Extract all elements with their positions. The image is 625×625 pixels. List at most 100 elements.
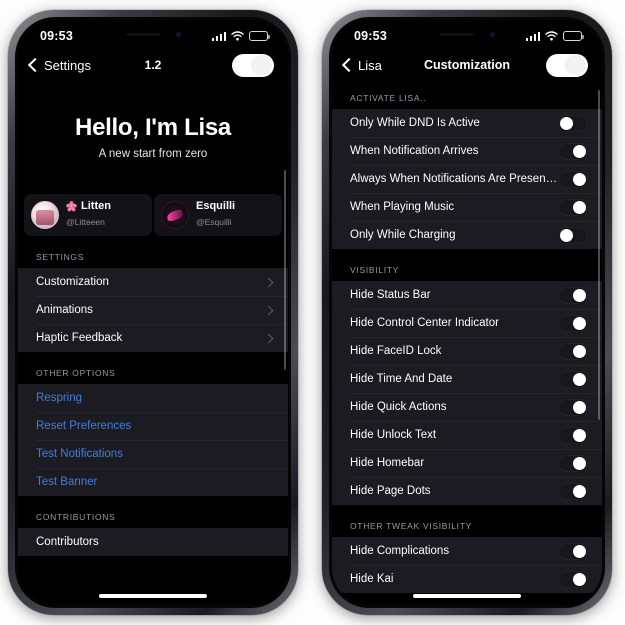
toggle-row-hide-homebar[interactable]: Hide Homebar [332,449,602,477]
switch-hide-quick-actions[interactable] [558,398,588,416]
earpiece-speaker-icon [439,33,474,36]
switch-hide-time-and-date[interactable] [558,370,588,388]
hero-heading: Hello, I'm Lisa [75,114,231,141]
section-group-contributions: Contributors [18,528,288,556]
toggle-row-label: Hide Complications [350,545,450,557]
developer-handle: @Litteeen [66,217,105,227]
wifi-icon [231,31,244,41]
list-item-customization[interactable]: Customization [18,268,288,296]
phone-right: 09:53 Lisa Customization ACTIVATE LISA..… [322,10,612,615]
phone-left-screen: 09:53 Settings 1.2 Hello, I'm Lisa A new… [18,20,288,605]
developer-meta: Litten @Litteeen [66,200,111,230]
front-camera-icon [489,32,495,37]
switch-always-when-notifications-are-present[interactable] [558,170,588,188]
list-item-reset-preferences[interactable]: Reset Preferences [18,412,288,440]
list-item-label: Respring [36,392,83,404]
section-group-visibility: Hide Status Bar Hide Control Center Indi… [332,281,602,505]
toggle-row-hide-kai[interactable]: Hide Kai [332,565,602,593]
switch-when-notification-arrives[interactable] [558,142,588,160]
developer-name-text: Litten [81,200,111,212]
status-time: 09:53 [40,29,73,43]
scrollbar-left[interactable] [283,170,286,370]
list-item-animations[interactable]: Animations [18,296,288,324]
section-header-other-options: OTHER OPTIONS [36,368,116,378]
list-item-respring[interactable]: Respring [18,384,288,412]
toggle-row-hide-page-dots[interactable]: Hide Page Dots [332,477,602,505]
status-icons [525,31,584,41]
chevron-right-icon [263,305,274,315]
toggle-row-hide-quick-actions[interactable]: Hide Quick Actions [332,393,602,421]
developer-card-esquilli[interactable]: Esquilli @Esquilli [154,194,282,236]
switch-when-playing-music[interactable] [558,198,588,216]
toggle-row-hide-control-center-indicator[interactable]: Hide Control Center Indicator [332,309,602,337]
switch-hide-page-dots[interactable] [558,482,588,500]
toggle-row-label: When Notification Arrives [350,145,479,157]
switch-only-while-charging[interactable] [558,226,588,244]
toggle-row-hide-unlock-text[interactable]: Hide Unlock Text [332,421,602,449]
switch-hide-homebar[interactable] [558,454,588,472]
switch-hide-status-bar[interactable] [558,286,588,304]
toggle-row-hide-complications[interactable]: Hide Complications [332,537,602,565]
esquilli-avatar [161,201,189,229]
toggle-row-label: Always When Notifications Are Present... [350,173,558,185]
toggle-row-label: Only While Charging [350,229,456,241]
back-button-lisa[interactable]: Lisa [341,58,382,73]
list-item-haptic-feedback[interactable]: Haptic Feedback [18,324,288,352]
list-item-label: Test Banner [36,476,98,488]
toggle-row-label: Hide Time And Date [350,373,453,385]
switch-hide-faceid-lock[interactable] [558,342,588,360]
scrollbar-right[interactable] [597,90,600,420]
list-item-label: Haptic Feedback [36,332,123,344]
switch-hide-control-center-indicator[interactable] [558,314,588,332]
earpiece-speaker-icon [125,33,160,36]
screen-bottom-edge [332,602,602,605]
battery-icon [249,31,270,41]
back-button-settings[interactable]: Settings [27,57,91,73]
toggle-row-hide-time-and-date[interactable]: Hide Time And Date [332,365,602,393]
toggle-row-always-when-notifications-are-present[interactable]: Always When Notifications Are Present... [332,165,602,193]
toggle-row-when-playing-music[interactable]: When Playing Music [332,193,602,221]
toggle-row-only-while-charging[interactable]: Only While Charging [332,221,602,249]
list-item-contributors[interactable]: Contributors [18,528,288,556]
section-group-settings: Customization Animations Haptic Feedback [18,268,288,352]
developer-card-litten[interactable]: Litten @Litteeen [24,194,152,236]
settings-scroll-right[interactable]: ACTIVATE LISA.. Only While DND Is Active… [332,80,602,605]
master-enable-toggle[interactable] [232,53,274,77]
home-indicator[interactable] [413,594,521,598]
screenshot-stage: 09:53 Settings 1.2 Hello, I'm Lisa A new… [0,0,625,625]
settings-scroll-left[interactable]: Hello, I'm Lisa A new start from zero Li… [18,80,288,605]
phone-right-bezel: 09:53 Lisa Customization ACTIVATE LISA..… [329,17,605,608]
toggle-row-only-while-dnd-is-active[interactable]: Only While DND Is Active [332,109,602,137]
chevron-right-icon [263,277,274,287]
nav-bar-left: Settings 1.2 [18,50,288,80]
master-enable-toggle[interactable] [546,53,588,77]
list-item-test-banner[interactable]: Test Banner [18,468,288,496]
section-header-contributions: CONTRIBUTIONS [36,512,116,522]
toggle-row-label: Hide Kai [350,573,394,585]
phone-right-screen: 09:53 Lisa Customization ACTIVATE LISA..… [332,20,602,605]
switch-hide-complications[interactable] [558,542,588,560]
cherry-blossom-icon [66,200,77,211]
battery-icon [563,31,584,41]
switch-only-while-dnd-is-active[interactable] [558,114,588,132]
section-header-activate-lisa: ACTIVATE LISA.. [350,93,427,103]
toggle-row-hide-faceid-lock[interactable]: Hide FaceID Lock [332,337,602,365]
toggle-row-hide-status-bar[interactable]: Hide Status Bar [332,281,602,309]
section-group-other-tweak-visibility: Hide Complications Hide Kai [332,537,602,593]
list-item-test-notifications[interactable]: Test Notifications [18,440,288,468]
toggle-row-when-notification-arrives[interactable]: When Notification Arrives [332,137,602,165]
home-indicator[interactable] [99,594,207,598]
chevron-left-icon [27,57,43,73]
switch-hide-kai[interactable] [558,570,588,588]
list-item-label: Test Notifications [36,448,123,460]
developer-meta: Esquilli @Esquilli [196,200,235,230]
toggle-row-label: Hide Quick Actions [350,401,447,413]
developer-name: Litten [66,200,111,212]
section-group-activate-lisa: Only While DND Is Active When Notificati… [332,109,602,249]
chevron-right-icon [263,333,274,343]
toggle-row-label: Hide FaceID Lock [350,345,442,357]
list-item-label: Contributors [36,536,99,548]
developer-name-text: Esquilli [196,200,236,212]
phone-left: 09:53 Settings 1.2 Hello, I'm Lisa A new… [8,10,298,615]
switch-hide-unlock-text[interactable] [558,426,588,444]
